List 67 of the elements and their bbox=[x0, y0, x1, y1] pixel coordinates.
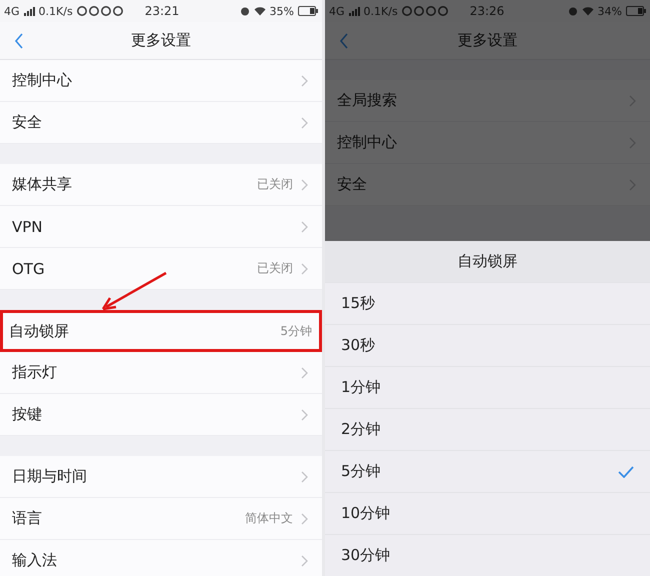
signal-icon bbox=[24, 6, 35, 16]
network-speed: 0.1K/s bbox=[364, 4, 398, 18]
row-label: 输入法 bbox=[12, 551, 58, 570]
wifi-icon bbox=[582, 6, 594, 16]
row-label: 指示灯 bbox=[12, 363, 58, 382]
chevron-icon bbox=[301, 470, 308, 482]
settings-row[interactable]: OTG 已关闭 bbox=[0, 248, 322, 290]
network-label: 4G bbox=[4, 4, 20, 18]
chevron-icon bbox=[301, 74, 308, 86]
row-label: 全局搜索 bbox=[337, 91, 398, 110]
row-label: 媒体共享 bbox=[12, 175, 73, 194]
battery-icon bbox=[626, 6, 646, 16]
dialog-option[interactable]: 2分钟 bbox=[325, 408, 650, 450]
settings-row[interactable]: 自动锁屏 5分钟 bbox=[0, 310, 322, 352]
chevron-icon bbox=[301, 178, 308, 190]
signal-icon bbox=[348, 6, 360, 16]
row-label: 日期与时间 bbox=[12, 467, 88, 486]
dialog-option[interactable]: 10分钟 bbox=[325, 492, 650, 534]
page-title: 更多设置 bbox=[131, 31, 191, 50]
notification-icons bbox=[76, 6, 123, 16]
battery-percent: 35% bbox=[270, 4, 294, 18]
chevron-icon bbox=[301, 512, 308, 524]
settings-row[interactable]: 输入法 bbox=[0, 540, 322, 576]
notification-icons bbox=[402, 6, 448, 16]
settings-row[interactable]: 日期与时间 bbox=[0, 456, 322, 498]
chevron-icon bbox=[301, 366, 308, 378]
page-title: 更多设置 bbox=[458, 31, 518, 50]
row-value: 已关闭 bbox=[257, 176, 293, 193]
row-value: 5分钟 bbox=[280, 322, 312, 340]
clock-time: 23:26 bbox=[470, 4, 504, 18]
dialog-option[interactable]: 5分钟 bbox=[325, 450, 650, 492]
settings-row[interactable]: VPN bbox=[0, 206, 322, 248]
chevron-icon bbox=[301, 554, 308, 566]
dialog-option[interactable]: 30秒 bbox=[325, 324, 650, 366]
network-label: 4G bbox=[329, 4, 345, 18]
back-icon[interactable] bbox=[339, 33, 349, 49]
row-label: 安全 bbox=[337, 175, 368, 194]
settings-row[interactable]: 安全 bbox=[0, 102, 322, 144]
row-label: 控制中心 bbox=[337, 133, 398, 152]
settings-row[interactable]: 控制中心 bbox=[0, 60, 322, 102]
chevron-icon bbox=[301, 116, 308, 128]
chevron-icon bbox=[301, 408, 308, 420]
row-label: OTG bbox=[12, 260, 46, 278]
back-icon[interactable] bbox=[14, 33, 24, 49]
settings-row[interactable]: 指示灯 bbox=[0, 352, 322, 394]
row-label: 自动锁屏 bbox=[9, 322, 70, 340]
chevron-icon bbox=[301, 220, 308, 232]
row-value: 简体中文 bbox=[245, 510, 293, 527]
battery-icon bbox=[298, 6, 318, 16]
settings-row[interactable]: 媒体共享 已关闭 bbox=[0, 164, 322, 206]
dialog-option[interactable]: 15秒 bbox=[325, 282, 650, 324]
settings-row[interactable]: 按键 bbox=[0, 394, 322, 436]
dialog-option[interactable]: 30分钟 bbox=[325, 534, 650, 576]
network-speed: 0.1K/s bbox=[38, 4, 73, 18]
clock-time: 23:21 bbox=[144, 4, 180, 18]
row-label: 控制中心 bbox=[12, 71, 73, 90]
row-label: 语言 bbox=[12, 509, 43, 528]
dialog-title: 自动锁屏 bbox=[325, 241, 650, 282]
row-label: VPN bbox=[12, 218, 44, 236]
settings-row[interactable]: 语言 简体中文 bbox=[0, 498, 322, 540]
row-label: 安全 bbox=[12, 113, 43, 132]
chevron-icon bbox=[301, 262, 308, 274]
battery-percent: 34% bbox=[598, 4, 622, 18]
row-label: 按键 bbox=[12, 405, 43, 424]
row-value: 已关闭 bbox=[257, 260, 293, 277]
dialog-option[interactable]: 1分钟 bbox=[325, 366, 650, 408]
wifi-icon bbox=[254, 6, 266, 16]
